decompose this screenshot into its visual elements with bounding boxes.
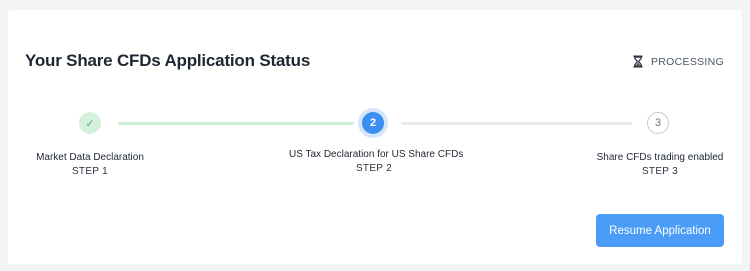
step-2-marker: 2 — [362, 112, 384, 134]
step-3-marker: 3 — [647, 112, 669, 134]
step-1-number: STEP 1 — [71, 166, 109, 177]
step-2-label: US Tax Declaration for US Share CFDs — [289, 149, 464, 160]
resume-application-button[interactable]: Resume Application — [596, 214, 724, 247]
step-3-number: STEP 3 — [641, 166, 679, 177]
page-title: Your Share CFDs Application Status — [25, 51, 311, 70]
status-text: PROCESSING — [650, 55, 724, 68]
hourglass-icon — [633, 55, 643, 68]
step-2-number: STEP 2 — [355, 163, 393, 174]
step-2-info: US Tax Declaration for US Share CFDs STE… — [289, 148, 464, 176]
step-1-check-icon: ✓ — [79, 112, 101, 134]
step-1-label: Market Data Declaration — [36, 152, 144, 163]
step-3-info: Share CFDs trading enabled STEP 3 — [586, 151, 734, 179]
progress-line-pending — [401, 122, 632, 125]
step-1-info: Market Data Declaration STEP 1 — [20, 151, 160, 179]
progress-line-completed — [118, 122, 354, 125]
status-indicator: PROCESSING — [633, 55, 724, 68]
application-status-card: Your Share CFDs Application Status PROCE… — [8, 10, 742, 264]
step-3-label: Share CFDs trading enabled — [596, 152, 724, 163]
